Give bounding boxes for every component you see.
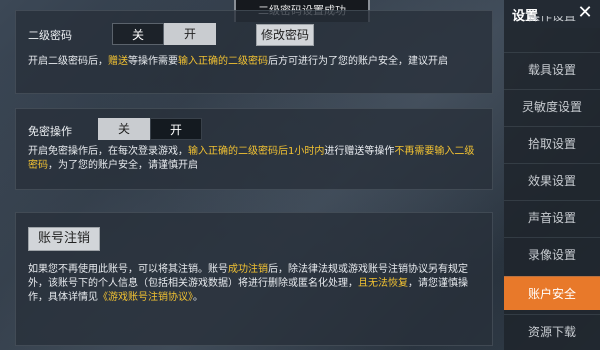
second-password-panel: 二级密码 关 开 修改密码 开启二级密码后，赠送等操作需要输入正确的二级密码后方… xyxy=(15,10,493,94)
no-password-toggle: 关 开 xyxy=(98,118,202,140)
description-text: 开启免密操作后，在每次登录游戏， xyxy=(28,146,188,157)
highlight-text: 输入正确的二级密码 xyxy=(178,56,268,67)
settings-sidebar: 设置 ✕ 操作设置 载具设置 灵敏度设置 拾取设置 效果设置 声音设置 录像设置 账户安全 资源… xyxy=(504,0,600,350)
second-password-toggle: 关 开 xyxy=(112,23,216,45)
description-text: 进行赠送等操作 xyxy=(324,146,395,157)
second-password-off-option[interactable]: 关 xyxy=(112,23,164,45)
sidebar-item[interactable]: 录像设置 xyxy=(504,237,600,271)
sidebar-item[interactable]: 效果设置 xyxy=(504,163,600,197)
account-cancel-description: 如果您不再使用此账号，可以将其注销。账号成功注销后，除法律法规或游戏账号注销协议… xyxy=(28,263,483,305)
account-cancel-button[interactable]: 账号注销 xyxy=(28,227,100,251)
sidebar-item[interactable]: 声音设置 xyxy=(504,200,600,234)
sidebar-item[interactable]: 灵敏度设置 xyxy=(504,89,600,123)
no-password-off-option[interactable]: 关 xyxy=(98,118,150,140)
description-text: 开启二级密码后， xyxy=(28,56,108,67)
second-password-description: 开启二级密码后，赠送等操作需要输入正确的二级密码后方可进行为了您的账户安全，建议… xyxy=(28,55,483,69)
sidebar-item[interactable]: 拾取设置 xyxy=(504,126,600,160)
description-text: 等操作需要 xyxy=(128,56,178,67)
description-text: 。 xyxy=(193,292,203,303)
description-text: ，为了您的账户安全，请谨慎开启 xyxy=(48,160,198,171)
change-password-button[interactable]: 修改密码 xyxy=(256,24,314,46)
no-password-panel: 免密操作 关 开 开启免密操作后，在每次登录游戏，输入正确的二级密码后1小时内进… xyxy=(15,108,493,190)
account-cancel-panel: 账号注销 如果您不再使用此账号，可以将其注销。账号成功注销后，除法律法规或游戏账… xyxy=(15,212,493,346)
sidebar-item[interactable]: 操作设置 xyxy=(504,16,600,28)
highlight-text: 成功注销 xyxy=(228,264,268,275)
highlight-text: 且无法恢复 xyxy=(358,278,408,289)
sidebar-item[interactable]: 载具设置 xyxy=(504,52,600,86)
sidebar-item[interactable]: 账户安全 xyxy=(504,276,600,310)
highlight-text: 《游戏账号注销协议》 xyxy=(98,292,193,303)
no-password-label: 免密操作 xyxy=(28,125,72,138)
description-text: 后方可进行为了您的账户安全，建议开启 xyxy=(268,56,448,67)
highlight-text: 输入正确的二级密码后1小时内 xyxy=(188,146,325,157)
second-password-label: 二级密码 xyxy=(28,29,72,42)
sidebar-item[interactable]: 资源下载 xyxy=(504,314,600,348)
description-text: 如果您不再使用此账号，可以将其注销。账号 xyxy=(28,264,228,275)
no-password-on-option[interactable]: 开 xyxy=(150,118,202,140)
second-password-on-option[interactable]: 开 xyxy=(164,23,216,45)
highlight-text: 赠送 xyxy=(108,56,128,67)
no-password-description: 开启免密操作后，在每次登录游戏，输入正确的二级密码后1小时内进行赠送等操作不再需… xyxy=(28,145,483,173)
